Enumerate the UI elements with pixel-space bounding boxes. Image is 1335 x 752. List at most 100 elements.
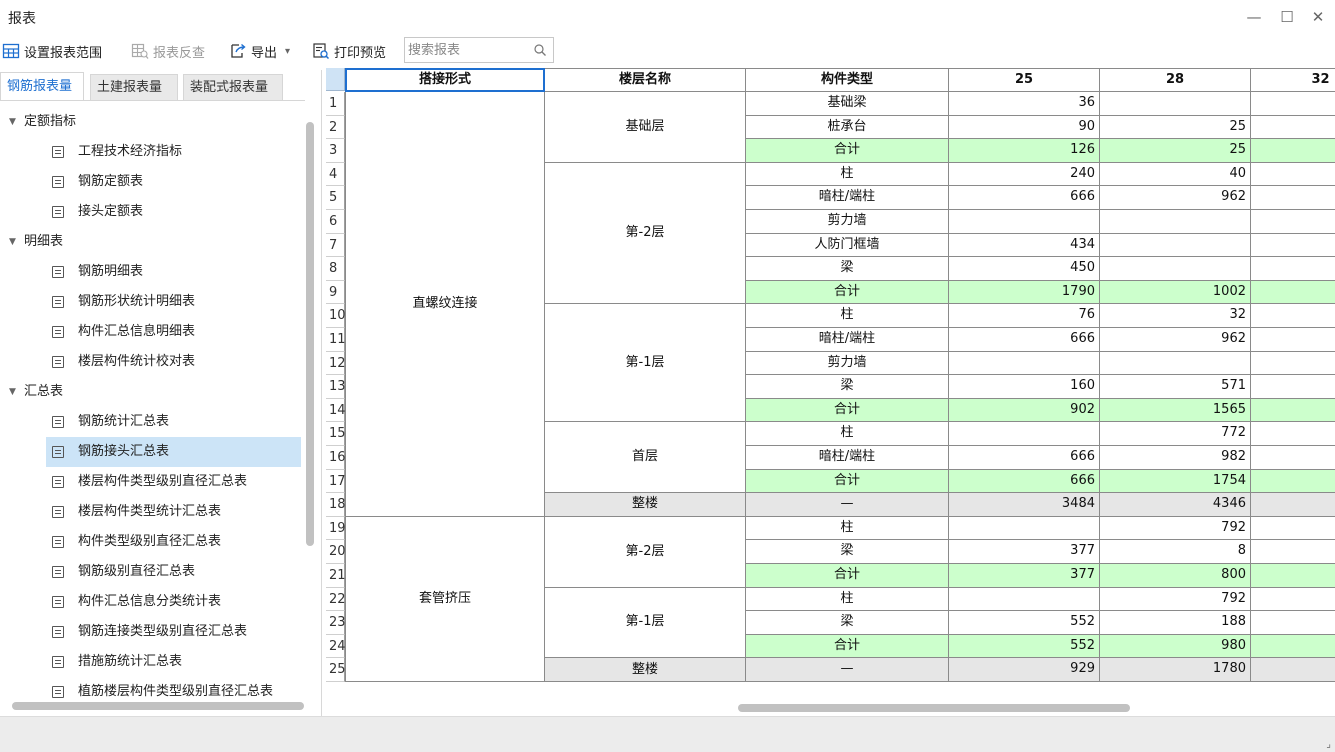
quantity-cell[interactable]	[949, 516, 1100, 541]
row-number[interactable]: 19	[326, 516, 346, 541]
component-type-cell[interactable]: 柱	[746, 304, 949, 328]
component-type-cell[interactable]: 梁	[746, 375, 949, 399]
quantity-cell[interactable]	[1251, 116, 1335, 140]
component-type-cell[interactable]: 合计	[746, 634, 949, 659]
tree-item[interactable]: 钢筋统计汇总表	[0, 407, 303, 437]
quantity-cell[interactable]: 666	[949, 328, 1100, 352]
component-type-cell[interactable]: 合计	[746, 469, 949, 494]
caret-down-icon[interactable]: ▼	[9, 227, 16, 257]
quantity-cell[interactable]: 1780	[1100, 658, 1251, 682]
row-number[interactable]: 6	[326, 210, 345, 234]
quantity-cell[interactable]	[1251, 658, 1335, 682]
quantity-cell[interactable]: 666	[949, 446, 1100, 470]
tree-item[interactable]: 钢筋连接类型级别直径汇总表	[0, 617, 303, 647]
quantity-cell[interactable]	[949, 422, 1100, 446]
column-header[interactable]: 楼层名称	[545, 68, 746, 92]
component-type-cell[interactable]: 基础梁	[746, 92, 949, 116]
quantity-cell[interactable]: 571	[1100, 375, 1251, 399]
quantity-cell[interactable]	[1251, 234, 1335, 258]
component-type-cell[interactable]: 剪力墙	[746, 351, 949, 376]
quantity-cell[interactable]	[1251, 92, 1335, 116]
component-type-cell[interactable]: 合计	[746, 139, 949, 163]
tree-item[interactable]: 构件汇总信息分类统计表	[0, 587, 303, 617]
component-type-cell[interactable]: 合计	[746, 398, 949, 423]
quantity-cell[interactable]	[1251, 634, 1335, 659]
quantity-cell[interactable]: 792	[1100, 587, 1251, 612]
row-number[interactable]: 22	[326, 587, 346, 612]
tree-item[interactable]: 措施筋统计汇总表	[0, 647, 303, 677]
export-dropdown-arrow[interactable]: ▾	[285, 46, 290, 57]
tree-group[interactable]: ▼ 汇总表	[0, 377, 303, 407]
quantity-cell[interactable]: 929	[949, 658, 1100, 682]
quantity-cell[interactable]	[1251, 564, 1335, 588]
quantity-cell[interactable]: 40	[1100, 162, 1251, 187]
tab-civil[interactable]: 土建报表量	[90, 74, 178, 100]
quantity-cell[interactable]: 160	[949, 375, 1100, 399]
quantity-cell[interactable]	[1251, 493, 1335, 517]
component-type-cell[interactable]: —	[746, 493, 949, 517]
quantity-cell[interactable]	[1251, 280, 1335, 305]
column-header[interactable]: 25	[949, 68, 1100, 92]
row-number[interactable]: 13	[326, 375, 346, 399]
quantity-cell[interactable]	[1251, 304, 1335, 328]
quantity-cell[interactable]: 772	[1100, 422, 1251, 446]
quantity-cell[interactable]: 25	[1100, 115, 1251, 140]
tab-rebar[interactable]: 钢筋报表量	[0, 72, 84, 101]
quantity-cell[interactable]	[1251, 210, 1335, 234]
component-type-cell[interactable]: 暗柱/端柱	[746, 446, 949, 470]
component-type-cell[interactable]: 梁	[746, 540, 949, 564]
component-type-cell[interactable]: 梁	[746, 257, 949, 281]
quantity-cell[interactable]	[1251, 446, 1335, 470]
quantity-cell[interactable]	[1251, 517, 1335, 541]
quantity-cell[interactable]: 552	[949, 634, 1100, 659]
tree-item[interactable]: 钢筋定额表	[0, 167, 303, 197]
component-type-cell[interactable]: 桩承台	[746, 115, 949, 140]
tree-item[interactable]: 接头定额表	[0, 197, 303, 227]
tree-item[interactable]: 钢筋接头汇总表	[46, 437, 301, 467]
quantity-cell[interactable]	[1100, 257, 1251, 281]
quantity-cell[interactable]	[1100, 351, 1251, 376]
tree-item[interactable]: 楼层构件类型统计汇总表	[0, 497, 303, 527]
tree-vertical-scrollbar[interactable]	[306, 122, 314, 546]
quantity-cell[interactable]	[949, 351, 1100, 376]
tree-item[interactable]: 钢筋形状统计明细表	[0, 287, 303, 317]
component-type-cell[interactable]: 合计	[746, 280, 949, 305]
column-header[interactable]: 搭接形式	[345, 68, 545, 92]
quantity-cell[interactable]: 188	[1100, 611, 1251, 635]
tree-group[interactable]: ▼ 定额指标	[0, 107, 303, 137]
row-number[interactable]: 1	[326, 92, 345, 116]
caret-down-icon[interactable]: ▼	[9, 377, 16, 407]
quantity-cell[interactable]: 240	[949, 162, 1100, 187]
component-type-cell[interactable]: 暗柱/端柱	[746, 186, 949, 210]
quantity-cell[interactable]: 126	[949, 139, 1100, 163]
floor-name-cell[interactable]: 整楼	[545, 658, 746, 682]
row-number[interactable]: 24	[326, 634, 346, 659]
column-header[interactable]: 32	[1251, 68, 1335, 92]
row-number[interactable]: 7	[326, 233, 345, 258]
tree-item[interactable]: 构件汇总信息明细表	[0, 317, 303, 347]
quantity-cell[interactable]: 666	[949, 186, 1100, 210]
quantity-cell[interactable]: 377	[949, 540, 1100, 564]
quantity-cell[interactable]	[1251, 375, 1335, 399]
quantity-cell[interactable]	[1251, 398, 1335, 423]
tree-group[interactable]: ▼ 明细表	[0, 227, 303, 257]
quantity-cell[interactable]	[1251, 186, 1335, 210]
quantity-cell[interactable]: 76	[949, 304, 1100, 328]
row-number[interactable]: 21	[326, 564, 346, 588]
floor-name-cell[interactable]: 第-1层	[545, 304, 746, 423]
row-number[interactable]: 11	[326, 328, 346, 352]
row-number[interactable]: 15	[326, 422, 346, 446]
quantity-cell[interactable]: 962	[1100, 186, 1251, 210]
row-number[interactable]: 3	[326, 139, 345, 163]
quantity-cell[interactable]: 36	[949, 92, 1100, 116]
tree-item[interactable]: 钢筋级别直径汇总表	[0, 557, 303, 587]
quantity-cell[interactable]	[1251, 588, 1335, 612]
quantity-cell[interactable]	[1100, 210, 1251, 234]
column-header[interactable]: 构件类型	[746, 68, 949, 92]
caret-down-icon[interactable]: ▼	[9, 107, 16, 137]
resize-grip-icon[interactable]: ⌟	[1326, 739, 1331, 750]
row-number[interactable]: 23	[326, 611, 346, 635]
component-type-cell[interactable]: 梁	[746, 611, 949, 635]
minimize-button[interactable]: —	[1243, 6, 1265, 28]
quantity-cell[interactable]	[949, 587, 1100, 612]
